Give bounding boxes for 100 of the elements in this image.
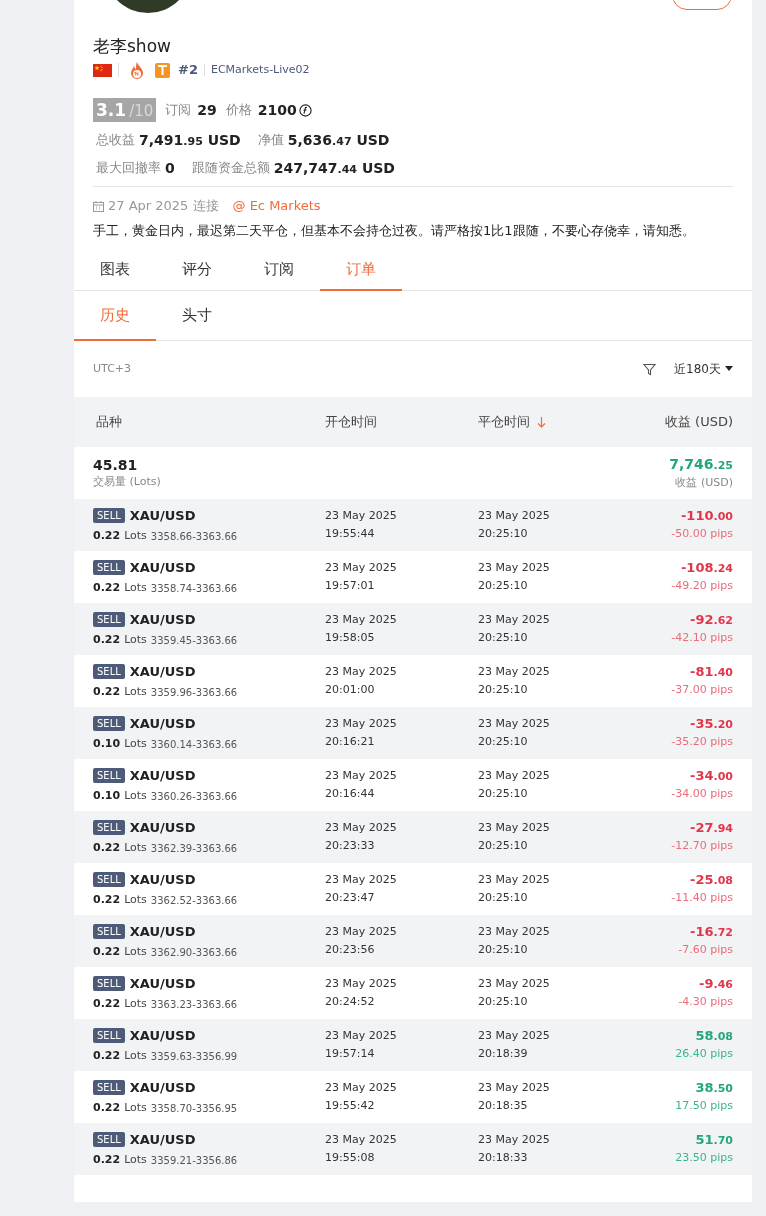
open-time: 20:16:21 [325, 734, 376, 750]
subscriptions-label: 订阅 [165, 101, 192, 120]
price-range: 3362.39-3363.66 [150, 841, 238, 856]
side-badge: SELL [93, 923, 125, 939]
flame-icon [129, 61, 145, 79]
lots-unit: Lots [124, 684, 147, 700]
max-drawdown-value: 0 [165, 158, 175, 178]
equity-label: 净值 [257, 131, 284, 150]
close-date: 23 May 2025 [478, 820, 551, 836]
profit-value: 58.08 [695, 1027, 733, 1046]
pips-value: -50.00 pips [671, 526, 733, 543]
close-date: 23 May 2025 [478, 1080, 551, 1096]
filter-icon[interactable] [643, 362, 657, 376]
close-time: 20:25:10 [478, 890, 529, 906]
pips-value: 17.50 pips [675, 1098, 733, 1115]
symbol-label: XAU/USD [129, 1130, 196, 1149]
open-time: 20:23:56 [325, 942, 376, 958]
tab[interactable]: 图表 [74, 249, 156, 291]
calendar-icon [93, 200, 104, 212]
lots-unit: Lots [124, 736, 147, 752]
symbol-label: XAU/USD [129, 818, 196, 837]
open-time: 20:24:52 [325, 994, 376, 1010]
price-range: 3363.23-3363.66 [150, 997, 238, 1012]
symbol-label: XAU/USD [129, 766, 196, 785]
close-date: 23 May 2025 [478, 872, 551, 888]
close-date: 23 May 2025 [478, 1132, 551, 1148]
lots-value: 0.22 [93, 840, 121, 856]
lots-value: 0.22 [93, 996, 121, 1012]
lots-unit: Lots [124, 996, 147, 1012]
side-badge: SELL [93, 871, 125, 887]
symbol-label: XAU/USD [129, 974, 196, 993]
open-time: 19:55:08 [325, 1150, 376, 1166]
lots-value: 0.22 [93, 1048, 121, 1064]
price-range: 3359.21-3356.86 [150, 1153, 238, 1168]
close-date: 23 May 2025 [478, 1028, 551, 1044]
side-badge: SELL [93, 559, 125, 575]
close-date: 23 May 2025 [478, 508, 551, 524]
symbol-label: XAU/USD [129, 1078, 196, 1097]
open-time: 19:55:42 [325, 1098, 376, 1114]
profit-value: 51.70 [695, 1131, 733, 1150]
china-flag-icon [93, 63, 112, 77]
open-date: 23 May 2025 [325, 976, 398, 992]
open-time: 20:23:47 [325, 890, 376, 906]
lots-unit: Lots [124, 580, 147, 596]
strategy-description: 手工，黄金日内，最迟第二天平仓，但基本不会持仓过夜。请严格按1比1跟随，不要心存侥幸，请知悉。 [93, 222, 696, 240]
profit-value: -110.00 [680, 507, 733, 526]
close-date: 23 May 2025 [478, 664, 551, 680]
close-date: 23 May 2025 [478, 716, 551, 732]
open-date: 23 May 2025 [325, 612, 398, 628]
pips-value: -7.60 pips [678, 942, 733, 959]
open-time: 19:55:44 [325, 526, 376, 542]
price-range: 3358.66-3363.66 [150, 529, 238, 544]
pips-value: -34.00 pips [671, 786, 733, 803]
price-range: 3360.26-3363.66 [150, 789, 238, 804]
sort-arrow-icon[interactable] [537, 416, 546, 428]
symbol-label: XAU/USD [129, 558, 196, 577]
close-time: 20:25:10 [478, 734, 529, 750]
lots-value: 0.22 [93, 632, 121, 648]
close-time: 20:25:10 [478, 630, 529, 646]
lots-unit: Lots [124, 528, 147, 544]
open-date: 23 May 2025 [325, 664, 398, 680]
trader-name: 老李show [93, 35, 172, 58]
tab[interactable]: 订阅 [238, 249, 320, 291]
profit-value: -92.62 [690, 611, 733, 630]
side-badge: SELL [93, 1131, 125, 1147]
follow-funds-value: 247,747.44 USD [273, 158, 395, 178]
pips-value: -49.20 pips [671, 578, 733, 595]
lots-value: 0.22 [93, 684, 121, 700]
price-range: 3359.96-3363.66 [150, 685, 238, 700]
lots-unit: Lots [124, 1152, 147, 1168]
pips-value: -4.30 pips [678, 994, 733, 1011]
close-time: 20:25:10 [478, 682, 529, 698]
subtab[interactable]: 头寸 [156, 291, 238, 341]
profit-label: 收益 (USD) [675, 474, 733, 491]
caret-icon [725, 366, 733, 372]
symbol-label: XAU/USD [129, 662, 196, 681]
max-drawdown-label: 最大回撤率 [96, 159, 161, 178]
coin-icon [298, 103, 312, 117]
pips-value: -42.10 pips [671, 630, 733, 647]
price-label: 价格 [225, 101, 252, 120]
profit-value: -27.94 [690, 819, 733, 838]
profit-value: 38.50 [695, 1079, 733, 1098]
price-range: 3359.63-3356.99 [150, 1049, 238, 1064]
open-date: 23 May 2025 [325, 716, 398, 732]
t-badge-icon [155, 62, 170, 78]
side-badge: SELL [93, 1079, 125, 1095]
open-date: 23 May 2025 [325, 872, 398, 888]
tab[interactable]: 评分 [156, 249, 238, 291]
period-dropdown[interactable]: 近180天 [674, 360, 733, 378]
lots-unit: Lots [124, 892, 147, 908]
price-range: 3358.74-3363.66 [150, 581, 238, 596]
open-time: 20:23:33 [325, 838, 376, 854]
lots-unit: Lots [124, 1048, 147, 1064]
pips-value: -35.20 pips [671, 734, 733, 751]
price-range: 3362.90-3363.66 [150, 945, 238, 960]
open-date: 23 May 2025 [325, 560, 398, 576]
close-time: 20:25:10 [478, 578, 529, 594]
side-badge: SELL [93, 819, 125, 835]
profit-value: -81.40 [690, 663, 733, 682]
close-date: 23 May 2025 [478, 924, 551, 940]
